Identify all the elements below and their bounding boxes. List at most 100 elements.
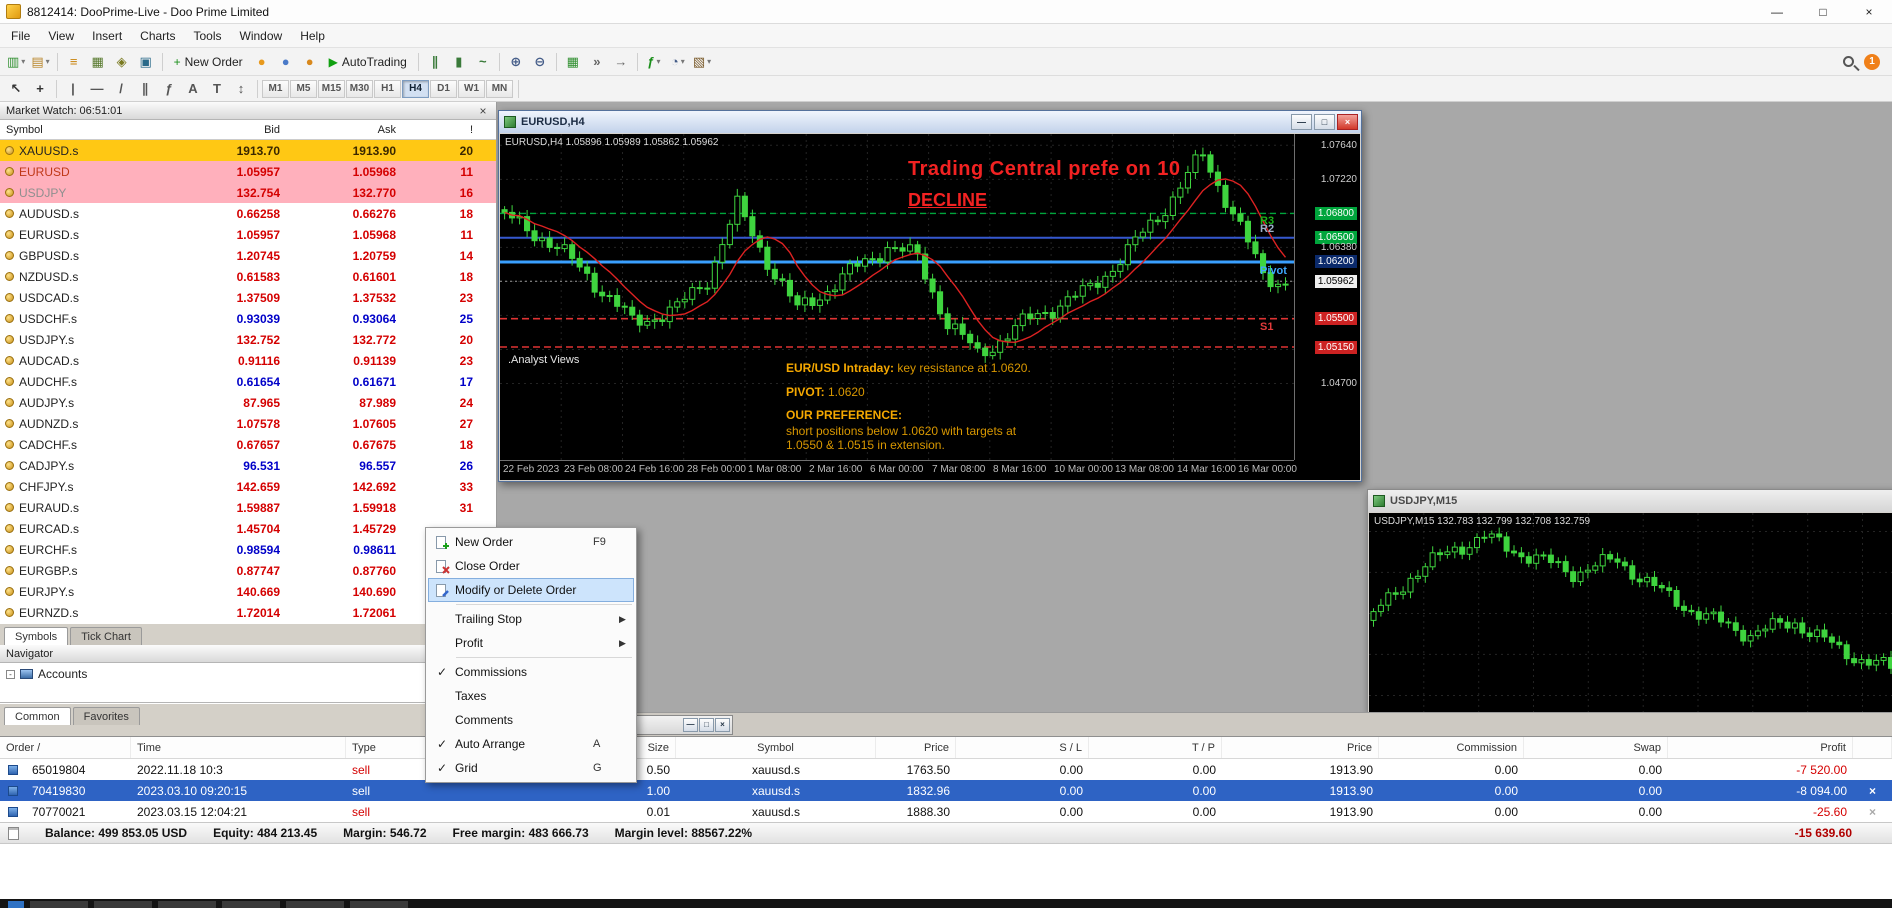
notification-badge[interactable]: 1: [1864, 54, 1880, 70]
timeframe-m1[interactable]: M1: [262, 80, 289, 98]
minimize-button[interactable]: —: [1754, 0, 1800, 24]
terminal-column-profit[interactable]: Profit: [1668, 737, 1853, 758]
market-watch-row[interactable]: CADJPY.s96.53196.55726: [0, 455, 496, 476]
periods-icon[interactable]: ◔▾: [666, 51, 690, 73]
terminal-column-price[interactable]: Price: [1222, 737, 1379, 758]
text-icon[interactable]: A: [181, 78, 205, 100]
eurusd-price-scale[interactable]: 1.076401.072201.068001.065001.063801.062…: [1294, 134, 1360, 460]
maximize-button[interactable]: □: [699, 718, 714, 732]
data-window-icon[interactable]: ▦: [86, 51, 110, 73]
order-row[interactable]: 704198302023.03.10 09:20:15sell1.00xauus…: [0, 780, 1892, 801]
arrow-tools-icon[interactable]: ↕: [229, 78, 253, 100]
navigator-tab-common[interactable]: Common: [4, 707, 71, 725]
navigator-toggle-icon[interactable]: ◈: [110, 51, 134, 73]
taskbar-start-button[interactable]: [8, 901, 24, 908]
timeframe-h4[interactable]: H4: [402, 80, 429, 98]
taskbar-app-button[interactable]: [30, 901, 88, 908]
market-watch-row[interactable]: EURCAD.s1.457041.45729: [0, 518, 496, 539]
timeframe-m5[interactable]: M5: [290, 80, 317, 98]
terminal-toggle-icon[interactable]: ▣: [134, 51, 158, 73]
market-watch-row[interactable]: EURGBP.s0.877470.87760: [0, 560, 496, 581]
market-watch-row[interactable]: GBPUSD.s1.207451.2075914: [0, 245, 496, 266]
terminal-column-t-p[interactable]: T / P: [1089, 737, 1222, 758]
chart-close-button[interactable]: ×: [1337, 114, 1358, 130]
zoom-out-icon[interactable]: ⊖: [528, 51, 552, 73]
market-watch-row[interactable]: EURJPY.s140.669140.690: [0, 581, 496, 602]
market-watch-row[interactable]: EURUSD1.059571.0596811: [0, 161, 496, 182]
terminal-column-time[interactable]: Time: [131, 737, 346, 758]
market-watch-row[interactable]: NZDUSD.s0.615830.6160118: [0, 266, 496, 287]
terminal-column-s-l[interactable]: S / L: [956, 737, 1089, 758]
market-watch-row[interactable]: CADCHF.s0.676570.6767518: [0, 434, 496, 455]
timeframe-m30[interactable]: M30: [346, 80, 373, 98]
menu-view[interactable]: View: [39, 26, 83, 46]
terminal-column-order-[interactable]: Order /: [0, 737, 131, 758]
community-icon[interactable]: ●: [274, 51, 298, 73]
context-menu-item-new-order[interactable]: New OrderF9: [428, 530, 634, 554]
context-menu-item-taxes[interactable]: Taxes: [428, 684, 634, 708]
menu-tools[interactable]: Tools: [185, 26, 231, 46]
menu-help[interactable]: Help: [291, 26, 334, 46]
taskbar-app-button[interactable]: [94, 901, 152, 908]
menu-window[interactable]: Window: [231, 26, 292, 46]
market-watch-row[interactable]: AUDUSD.s0.662580.6627618: [0, 203, 496, 224]
close-position-icon[interactable]: ×: [1853, 784, 1892, 798]
market-watch-toggle-icon[interactable]: ≡: [62, 51, 86, 73]
taskbar-app-button[interactable]: [286, 901, 344, 908]
eurusd-window-titlebar[interactable]: EURUSD,H4 — □ ×: [499, 111, 1361, 133]
market-watch-row[interactable]: USDCHF.s0.930390.9306425: [0, 308, 496, 329]
navigator-item-accounts[interactable]: -Accounts: [0, 663, 496, 681]
auto-scroll-icon[interactable]: »: [585, 51, 609, 73]
chart-shift-icon[interactable]: →: [609, 51, 633, 73]
context-menu-item-close-order[interactable]: Close Order: [428, 554, 634, 578]
context-menu-item-commissions[interactable]: ✓Commissions: [428, 660, 634, 684]
profiles-icon[interactable]: ▤▾: [28, 51, 52, 73]
terminal-column-commission[interactable]: Commission: [1379, 737, 1524, 758]
vertical-line-icon[interactable]: |: [61, 78, 85, 100]
chart-minimize-button[interactable]: —: [1291, 114, 1312, 130]
menu-charts[interactable]: Charts: [131, 26, 184, 46]
taskbar-app-button[interactable]: [158, 901, 216, 908]
eurusd-time-axis[interactable]: 22 Feb 202323 Feb 08:0024 Feb 16:0028 Fe…: [500, 460, 1294, 480]
new-order-button[interactable]: +New Order: [167, 51, 250, 73]
order-row[interactable]: 650198042022.11.18 10:3sell0.50xauusd.s1…: [0, 759, 1892, 780]
market-watch-tab-symbols[interactable]: Symbols: [4, 627, 68, 645]
taskbar-app-button[interactable]: [222, 901, 280, 908]
horizontal-line-icon[interactable]: —: [85, 78, 109, 100]
usdjpy-chart-window[interactable]: USDJPY,M15 USDJPY,M15 132.783 132.799 13…: [1367, 489, 1892, 714]
bar-chart-mode-icon[interactable]: ∥: [423, 51, 447, 73]
new-chart-icon[interactable]: ▥▾: [4, 51, 28, 73]
timeframe-m15[interactable]: M15: [318, 80, 345, 98]
market-watch-close-icon[interactable]: ×: [476, 104, 490, 118]
restore-up-button[interactable]: —: [683, 718, 698, 732]
market-watch-row[interactable]: AUDNZD.s1.075781.0760527: [0, 413, 496, 434]
context-menu-item-profit[interactable]: Profit▶: [428, 631, 634, 655]
crosshair-icon[interactable]: +: [28, 78, 52, 100]
maximize-button[interactable]: □: [1800, 0, 1846, 24]
context-menu-item-trailing-stop[interactable]: Trailing Stop▶: [428, 607, 634, 631]
chart-restore-button[interactable]: □: [1314, 114, 1335, 130]
market-watch-row[interactable]: EURNZD.s1.720141.72061: [0, 602, 496, 623]
market-watch-row[interactable]: USDJPY132.754132.77016: [0, 182, 496, 203]
close-button[interactable]: ×: [715, 718, 730, 732]
terminal-column-price[interactable]: Price: [876, 737, 956, 758]
timeframe-d1[interactable]: D1: [430, 80, 457, 98]
market-icon[interactable]: ●: [298, 51, 322, 73]
usdjpy-window-titlebar[interactable]: USDJPY,M15: [1368, 490, 1892, 512]
deposit-icon[interactable]: ●: [250, 51, 274, 73]
autotrading-button[interactable]: ▶AutoTrading: [322, 51, 414, 73]
market-watch-row[interactable]: AUDCHF.s0.616540.6167117: [0, 371, 496, 392]
label-icon[interactable]: T: [205, 78, 229, 100]
terminal-column-swap[interactable]: Swap: [1524, 737, 1668, 758]
market-watch-row[interactable]: EURCHF.s0.985940.98611: [0, 539, 496, 560]
terminal-column-symbol[interactable]: Symbol: [676, 737, 876, 758]
search-icon[interactable]: [1843, 56, 1854, 67]
tree-expander-icon[interactable]: -: [6, 670, 15, 679]
context-menu-item-modify-or-delete-order[interactable]: Modify or Delete Order: [428, 578, 634, 602]
timeframe-h1[interactable]: H1: [374, 80, 401, 98]
market-watch-row[interactable]: AUDCAD.s0.911160.9113923: [0, 350, 496, 371]
trendline-icon[interactable]: /: [109, 78, 133, 100]
line-chart-mode-icon[interactable]: ~: [471, 51, 495, 73]
channel-icon[interactable]: ∥: [133, 78, 157, 100]
market-watch-row[interactable]: CHFJPY.s142.659142.69233: [0, 476, 496, 497]
